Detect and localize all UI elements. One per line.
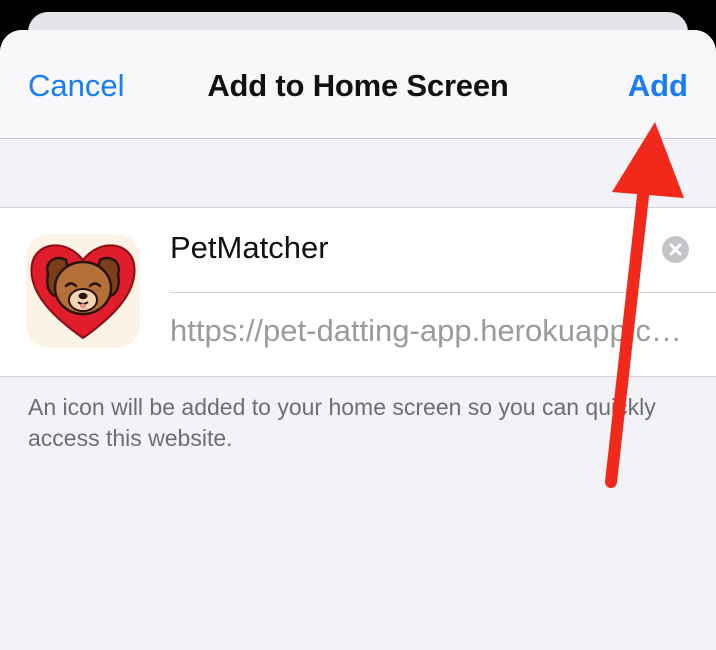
add-button[interactable]: Add bbox=[628, 68, 688, 104]
website-url-field: https://pet-datting-app.herokuapp.com bbox=[170, 313, 690, 348]
clear-x-icon bbox=[669, 243, 682, 256]
dog-heart-icon bbox=[30, 244, 136, 340]
add-to-home-screen-sheet: Cancel Add to Home Screen Add PetMatcher… bbox=[0, 30, 716, 650]
navigation-bar: Cancel Add to Home Screen Add bbox=[0, 30, 716, 139]
sheet-title: Add to Home Screen bbox=[207, 68, 509, 103]
shortcut-name-field[interactable]: PetMatcher bbox=[170, 230, 329, 266]
petmatcher-app-icon bbox=[26, 234, 140, 348]
bookmark-card: PetMatcher https://pet-datting-app.herok… bbox=[0, 207, 716, 377]
clear-name-button[interactable] bbox=[662, 236, 689, 263]
footer-note: An icon will be added to your home scree… bbox=[28, 394, 656, 451]
field-divider bbox=[170, 292, 716, 293]
